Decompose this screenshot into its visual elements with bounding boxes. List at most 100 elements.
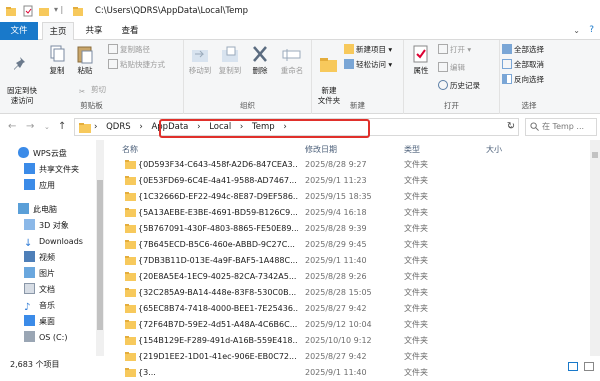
folder-icon (125, 224, 136, 233)
folder-icon (125, 336, 136, 345)
nav-item-music[interactable]: ♪ 音乐 (24, 298, 55, 314)
help-icon[interactable]: ? (589, 25, 594, 35)
move-to-button[interactable]: 移动到 (186, 44, 214, 76)
nav-scrollbar-thumb[interactable] (97, 180, 103, 330)
pin-quick-access-button[interactable]: 固定到快 速访问 (3, 44, 41, 106)
file-name: {0D593F34-C643-458f-A2D6-847CEA3... (138, 160, 298, 169)
up-arrow-icon[interactable]: ↑ (58, 121, 66, 132)
item-count: 2,683 个项目 (10, 360, 60, 369)
invert-selection-label: 反向选择 (514, 75, 544, 84)
table-row[interactable]: {20E8A5E4-1EC9-4025-82CA-7342A5... 2025/8… (112, 269, 582, 285)
file-type: 文件夹 (404, 192, 428, 201)
file-type: 文件夹 (404, 272, 428, 281)
quick-access-dropdown-icon[interactable]: ▾ | (54, 5, 63, 14)
pin-icon (14, 57, 25, 70)
file-name: {7B645ECD-B5C6-460e-ABBD-9C27C... (138, 240, 295, 249)
file-type: 文件夹 (404, 304, 428, 313)
table-row[interactable]: {7B645ECD-B5C6-460e-ABBD-9C27C... 2025/8/… (112, 237, 582, 253)
easy-access-button[interactable]: 轻松访问 ▾ (344, 59, 392, 71)
tab-file[interactable]: 文件 (0, 22, 38, 40)
table-row[interactable]: {0D593F34-C643-458f-A2D6-847CEA3... 2025/… (112, 157, 582, 173)
file-date: 2025/8/28 15:05 (305, 288, 372, 297)
nav-item-os-c[interactable]: OS (C:) (24, 330, 67, 346)
new-item-icon (344, 44, 354, 54)
cut-button[interactable]: ✂ 剪切 (79, 84, 106, 96)
refresh-icon[interactable]: ↻ (503, 118, 519, 136)
nav-item-videos[interactable]: 视频 (24, 250, 55, 266)
copy-to-button[interactable]: 复制到 (216, 44, 244, 76)
table-row[interactable]: {5B767091-430F-4803-8865-FE50E89... 2025/… (112, 221, 582, 237)
nav-item-apps[interactable]: 应用 (24, 178, 55, 194)
history-button[interactable]: 历史记录 (438, 80, 480, 92)
recent-dropdown-icon[interactable]: ⌄ (44, 123, 50, 131)
collapse-ribbon-icon[interactable]: ⌄ (573, 26, 580, 35)
download-icon: ↓ (24, 238, 33, 249)
nav-item-label: 桌面 (39, 317, 55, 326)
move-to-icon (192, 50, 208, 62)
file-name: {5A13AEBE-E3BE-4691-BD59-B126C9... (138, 208, 298, 217)
rename-button[interactable]: 重命名 (276, 44, 308, 76)
table-row[interactable]: {1C32666D-EF22-494c-8E87-D9EF586... 2025/… (112, 189, 582, 205)
video-icon (24, 251, 35, 262)
nav-item-3d-objects[interactable]: 3D 对象 (24, 218, 69, 234)
table-row[interactable]: {154B129E-F289-491d-A16B-559E418... 2025/… (112, 333, 582, 349)
table-row[interactable]: {72F64B7D-59E2-4d51-A48A-4C6B6C... 2025/9… (112, 317, 582, 333)
select-none-button[interactable]: 全部取消 (502, 59, 544, 71)
select-all-button[interactable]: 全部选择 (502, 44, 544, 56)
column-header-type[interactable]: 类型 (404, 144, 420, 155)
properties-button[interactable]: 属性 (408, 44, 434, 76)
nav-item-downloads[interactable]: ↓ Downloads (24, 234, 83, 250)
file-list-scrollbar[interactable] (590, 140, 600, 356)
search-input[interactable]: 在 Temp ... (525, 118, 597, 136)
properties-icon[interactable] (22, 5, 34, 17)
nav-item-shared-folder[interactable]: 共享文件夹 (24, 162, 79, 178)
invert-selection-button[interactable]: 反向选择 (502, 74, 544, 86)
tab-home[interactable]: 主页 (42, 22, 74, 41)
nav-item-pictures[interactable]: 图片 (24, 266, 55, 282)
table-row[interactable]: {32C285A9-BA14-448e-83F8-530C0B... 2025/8… (112, 285, 582, 301)
new-folder-button[interactable]: 新建 文件夹 (314, 44, 344, 106)
table-row[interactable]: {7DB3B11D-013E-4a9F-BAF5-1A488C... 2025/9… (112, 253, 582, 269)
paste-shortcut-button[interactable]: 粘贴快捷方式 (108, 59, 165, 71)
large-icons-view-icon[interactable] (584, 362, 594, 371)
file-type: 文件夹 (404, 336, 428, 345)
back-arrow-icon[interactable]: ← (8, 121, 16, 132)
nav-item-documents[interactable]: 文档 (24, 282, 55, 298)
folder-icon (125, 320, 136, 329)
details-view-icon[interactable] (568, 362, 579, 371)
paste-shortcut-label: 粘贴快捷方式 (120, 60, 165, 69)
open-button[interactable]: 打开 ▾ (438, 44, 471, 56)
new-folder-quick-icon[interactable] (38, 5, 50, 17)
copy-button[interactable]: 复制 (44, 44, 70, 76)
nav-scrollbar[interactable] (96, 140, 104, 356)
nav-item-label: 共享文件夹 (39, 165, 79, 174)
table-row[interactable]: {5A13AEBE-E3BE-4691-BD59-B126C9... 2025/9… (112, 205, 582, 221)
tab-view[interactable]: 查看 (116, 22, 144, 40)
table-row[interactable]: {65EC8B74-7418-4000-BEE1-7E25436... 2025/… (112, 301, 582, 317)
table-row[interactable]: {0E53FD69-6C4E-4a41-9588-AD7467... 2025/9… (112, 173, 582, 189)
copy-path-button[interactable]: 复制路径 (108, 44, 150, 56)
breadcrumb-qdrs[interactable]: QDRS (106, 122, 131, 132)
breadcrumb-separator-icon[interactable]: › (139, 122, 142, 132)
history-icon (438, 80, 448, 90)
breadcrumb-separator-icon[interactable]: › (94, 122, 97, 132)
paste-button[interactable]: 粘贴 (72, 44, 98, 76)
nav-item-wps-cloud[interactable]: WPS云盘 (18, 146, 67, 162)
column-header-date[interactable]: 修改日期 (305, 144, 337, 155)
document-icon (24, 283, 35, 294)
column-header-size[interactable]: 大小 (486, 144, 502, 155)
tab-share[interactable]: 共享 (80, 22, 108, 40)
rename-icon (282, 49, 301, 61)
folder-icon (79, 123, 91, 133)
delete-button[interactable]: 删除 (246, 44, 274, 76)
select-none-icon (502, 59, 512, 69)
column-header-name[interactable]: 名称 (122, 144, 138, 155)
address-bar[interactable]: › QDRS › AppData › Local › Temp › ⌄ (74, 118, 519, 138)
new-item-button[interactable]: 新建项目 ▾ (344, 44, 392, 56)
edit-button[interactable]: 编辑 (438, 62, 465, 74)
nav-item-desktop[interactable]: 桌面 (24, 314, 55, 330)
scroll-up-icon[interactable] (592, 152, 598, 158)
nav-item-this-pc[interactable]: 此电脑 (18, 202, 57, 218)
edit-label: 编辑 (450, 63, 465, 72)
forward-arrow-icon[interactable]: → (26, 121, 34, 132)
